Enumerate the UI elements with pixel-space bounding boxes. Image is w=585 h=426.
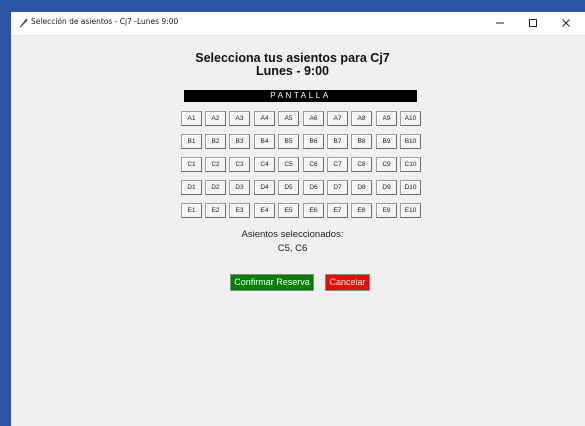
title-bar[interactable]: Selección de asientos - Cj7 -Lunes 9:00: [11, 12, 585, 36]
window-title: Selección de asientos - Cj7 -Lunes 9:00: [31, 17, 179, 26]
seat-button[interactable]: E10: [400, 203, 421, 218]
seat-button[interactable]: D2: [205, 180, 226, 195]
seat-button[interactable]: D1: [181, 180, 202, 195]
seat-button[interactable]: D7: [327, 180, 348, 195]
seat-button[interactable]: B2: [205, 134, 226, 149]
seat-button[interactable]: D6: [303, 180, 324, 195]
close-icon: [562, 19, 570, 27]
close-button[interactable]: [549, 12, 583, 35]
seat-button[interactable]: A8: [351, 111, 372, 126]
seat-button[interactable]: B6: [303, 134, 324, 149]
seat-button[interactable]: C9: [376, 157, 397, 172]
seat-button[interactable]: C7: [327, 157, 348, 172]
seat-button[interactable]: D9: [376, 180, 397, 195]
seat-button[interactable]: E7: [327, 203, 348, 218]
seat-button[interactable]: C3: [229, 157, 250, 172]
minimize-icon: [496, 22, 504, 24]
seat-button[interactable]: D5: [278, 180, 299, 195]
seat-button[interactable]: A10: [400, 111, 421, 126]
selection-value: C5, C6: [277, 243, 308, 254]
seat-button[interactable]: E3: [229, 203, 250, 218]
seat-button[interactable]: C2: [205, 157, 226, 172]
seat-button[interactable]: B5: [278, 134, 299, 149]
screen-banner: PANTALLA: [184, 90, 417, 102]
seat-button[interactable]: D4: [254, 180, 275, 195]
seat-button[interactable]: B8: [351, 134, 372, 149]
seat-button[interactable]: C10: [400, 157, 421, 172]
feather-icon: [19, 18, 28, 28]
seat-button[interactable]: C4: [254, 157, 275, 172]
seat-button[interactable]: A2: [205, 111, 226, 126]
seat-button[interactable]: C5: [278, 157, 299, 172]
seat-button[interactable]: C1: [181, 157, 202, 172]
seat-button[interactable]: B10: [400, 134, 421, 149]
seat-button[interactable]: A7: [327, 111, 348, 126]
page-title: Selecciona tus asientos para Cj7: [195, 51, 390, 65]
seat-button[interactable]: A6: [303, 111, 324, 126]
seat-button[interactable]: B9: [376, 134, 397, 149]
seat-button[interactable]: B3: [229, 134, 250, 149]
seat-button[interactable]: E4: [254, 203, 275, 218]
seat-button[interactable]: E5: [278, 203, 299, 218]
seat-button[interactable]: C8: [351, 157, 372, 172]
seat-button[interactable]: C6: [303, 157, 324, 172]
seat-button[interactable]: D3: [229, 180, 250, 195]
seat-button[interactable]: B7: [327, 134, 348, 149]
seat-button[interactable]: A5: [278, 111, 299, 126]
confirm-button[interactable]: Confirmar Reserva: [230, 274, 314, 291]
seat-button[interactable]: E9: [376, 203, 397, 218]
seat-button[interactable]: B4: [254, 134, 275, 149]
seat-button[interactable]: E2: [205, 203, 226, 218]
maximize-button[interactable]: [516, 12, 550, 35]
seat-button[interactable]: E8: [351, 203, 372, 218]
selection-label: Asientos seleccionados:: [241, 229, 344, 240]
seat-button[interactable]: D10: [400, 180, 421, 195]
seat-button[interactable]: B1: [181, 134, 202, 149]
seat-button[interactable]: E6: [303, 203, 324, 218]
seat-button[interactable]: A4: [254, 111, 275, 126]
seat-button[interactable]: E1: [181, 203, 202, 218]
minimize-button[interactable]: [483, 12, 517, 35]
cancel-button[interactable]: Cancelar: [325, 274, 370, 291]
seat-button[interactable]: A1: [181, 111, 202, 126]
seat-button[interactable]: D8: [351, 180, 372, 195]
seat-button[interactable]: A9: [376, 111, 397, 126]
seat-button[interactable]: A3: [229, 111, 250, 126]
page-subtitle: Lunes - 9:00: [256, 64, 329, 78]
maximize-icon: [529, 19, 537, 27]
